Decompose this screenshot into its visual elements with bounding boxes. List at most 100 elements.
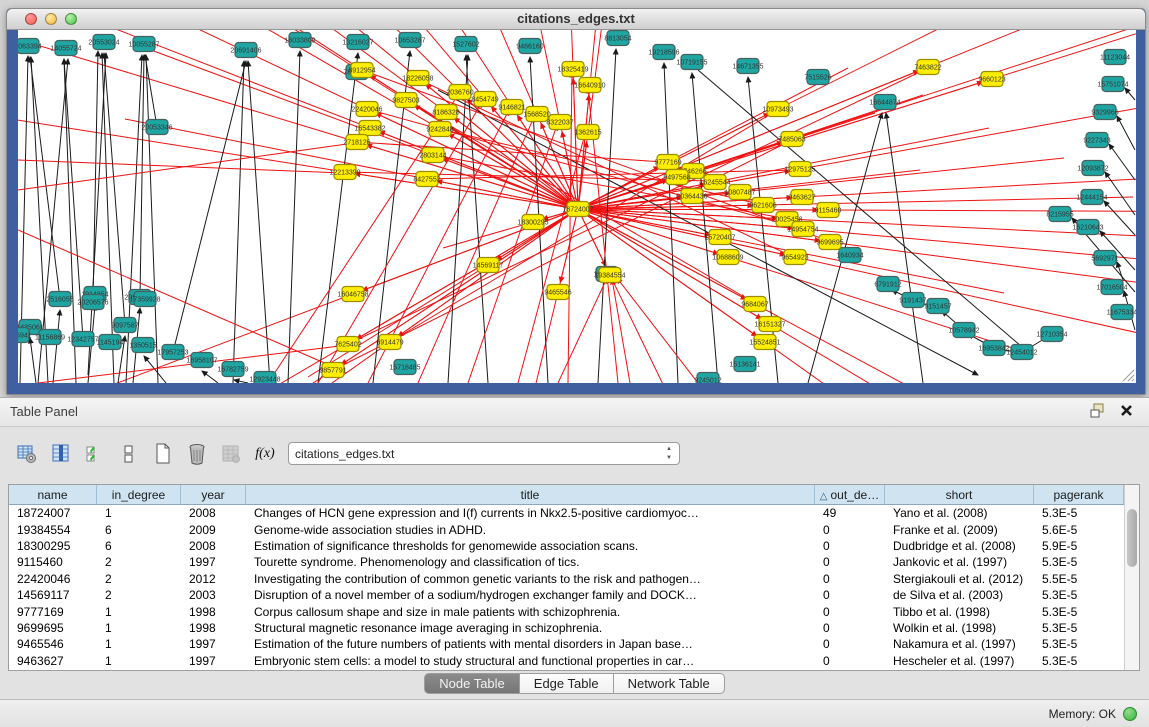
graph-node[interactable]: 14954754 [787, 222, 818, 237]
graph-node[interactable]: 9242848 [426, 122, 453, 137]
graph-node[interactable]: 13216027 [342, 35, 373, 50]
graph-node[interactable]: 9245012 [694, 373, 721, 384]
table-row[interactable]: 969969511998Structural magnetic resonanc… [9, 620, 1124, 636]
table-cell[interactable]: 5.5E-5 [1034, 572, 1124, 586]
table-cell[interactable]: Structural magnetic resonance image aver… [246, 621, 815, 635]
table-row[interactable]: 2242004622012Investigating the contribut… [9, 571, 1124, 587]
table-cell[interactable]: 1 [97, 654, 181, 668]
graph-node[interactable]: 5692971 [1091, 251, 1118, 266]
graph-node[interactable]: 11123044 [1100, 50, 1130, 65]
delete-columns-icon[interactable] [186, 443, 208, 465]
graph-node[interactable]: 16046758 [337, 287, 368, 302]
show-columns-icon[interactable] [50, 443, 72, 465]
graph-node[interactable]: 16210643 [1072, 220, 1103, 235]
table-cell[interactable]: 5.3E-5 [1034, 555, 1124, 569]
graph-node[interactable]: 14055724 [50, 41, 81, 56]
table-cell[interactable]: 9115460 [9, 555, 97, 569]
graph-node[interactable]: 12454012 [1006, 345, 1037, 360]
graph-node[interactable]: 6914479 [376, 335, 403, 350]
graph-node[interactable]: 18724007 [562, 202, 593, 217]
graph-node[interactable]: 1362615 [574, 125, 601, 140]
graph-node[interactable]: 16245544 [699, 175, 730, 190]
graph-node[interactable]: 9227343 [1083, 133, 1110, 148]
graph-node[interactable]: 15524851 [749, 335, 780, 350]
table-cell[interactable]: 1 [97, 637, 181, 651]
graph-node[interactable]: 22420046 [351, 102, 382, 117]
graph-node[interactable]: 16033809 [284, 33, 315, 48]
graph-node[interactable]: 12923448 [249, 372, 280, 384]
table-cell[interactable]: 19384554 [9, 523, 97, 537]
graph-node[interactable]: 9466160 [516, 39, 543, 54]
graph-node[interactable]: 15751074 [1097, 77, 1128, 92]
graph-node[interactable]: 20691406 [230, 43, 261, 58]
table-cell[interactable]: 2 [97, 588, 181, 602]
table-row[interactable]: 977716911998Corpus callosum shape and si… [9, 603, 1124, 619]
graph-node[interactable]: 9465546 [544, 285, 571, 300]
graph-node[interactable]: 8427552 [413, 172, 440, 187]
graph-node[interactable]: 9151457 [924, 299, 951, 314]
table-cell[interactable]: Corpus callosum shape and size in male p… [246, 605, 815, 619]
table-cell[interactable]: Estimation of the future numbers of pati… [246, 637, 815, 651]
graph-node[interactable]: 14569117 [473, 258, 504, 273]
graph-node[interactable]: 9654923 [781, 250, 808, 265]
graph-node[interactable]: 9621606 [749, 198, 776, 213]
graph-node[interactable]: 16958107 [186, 353, 217, 368]
graph-node[interactable]: 6791912 [874, 277, 901, 292]
table-cell[interactable]: 14569117 [9, 588, 97, 602]
table-cell[interactable]: Tourette syndrome. Phenomenology and cla… [246, 555, 815, 569]
table-selector-dropdown[interactable]: citations_edges.txt ▲▼ [288, 442, 680, 465]
close-panel-icon[interactable] [1120, 404, 1133, 417]
graph-node[interactable]: 10719155 [676, 55, 707, 70]
graph-node[interactable]: 20553024 [88, 35, 119, 50]
table-cell[interactable]: 1 [97, 605, 181, 619]
table-cell[interactable]: 1 [97, 506, 181, 520]
table-cell[interactable]: Tibbo et al. (1998) [885, 605, 1034, 619]
graph-node[interactable]: 20364436 [676, 189, 707, 204]
graph-node[interactable]: 15718485 [389, 360, 420, 375]
graph-node[interactable]: 18226058 [402, 71, 433, 86]
graph-node[interactable]: 9463627 [788, 190, 815, 205]
function-builder-icon[interactable]: f(x) [254, 443, 276, 465]
table-cell[interactable]: Investigating the contribution of common… [246, 572, 815, 586]
graph-node[interactable]: 10807487 [724, 185, 755, 200]
network-svg[interactable]: 18724007 2063394 14055724 20553024 10055287 2… [18, 30, 1136, 383]
table-cell[interactable]: de Silva et al. (2003) [885, 588, 1034, 602]
table-cell[interactable]: Changes of HCN gene expression and I(f) … [246, 506, 815, 520]
graph-node[interactable]: 7515526 [804, 70, 831, 85]
table-cell[interactable]: 49 [815, 506, 885, 520]
table-cell[interactable]: 5.3E-5 [1034, 588, 1124, 602]
graph-node[interactable]: 17359928 [129, 292, 160, 307]
graph-node[interactable]: 12093872 [1077, 161, 1108, 176]
graph-node[interactable]: 20053346 [141, 120, 172, 135]
graph-node[interactable]: 1145194 [97, 335, 124, 350]
table-cell[interactable]: 1998 [181, 621, 246, 635]
graph-node[interactable]: 17957253 [157, 345, 188, 360]
table-cell[interactable]: 2012 [181, 572, 246, 586]
tab-edge-table[interactable]: Edge Table [520, 673, 614, 694]
graph-node[interactable]: 9857791 [319, 363, 346, 378]
select-all-columns-icon[interactable] [84, 443, 106, 465]
graph-node[interactable]: 2718126 [343, 135, 370, 150]
table-cell[interactable]: 2008 [181, 539, 246, 553]
table-row[interactable]: 946362711997Embryonic stem cells: a mode… [9, 653, 1124, 669]
graph-node[interactable]: 18325419 [557, 62, 588, 77]
close-window-icon[interactable] [25, 13, 37, 25]
table-cell[interactable]: 6 [97, 523, 181, 537]
table-row[interactable]: 1456911722003Disruption of a novel membe… [9, 587, 1124, 603]
graph-node[interactable]: 9329966 [1091, 105, 1118, 120]
graph-node[interactable]: 9146821 [498, 100, 525, 115]
minimize-window-icon[interactable] [45, 13, 57, 25]
graph-node[interactable]: 8813054 [604, 31, 631, 46]
table-cell[interactable]: 9463627 [9, 654, 97, 668]
graph-node[interactable]: 2063394 [18, 39, 42, 54]
table-cell[interactable]: 5.3E-5 [1034, 506, 1124, 520]
graph-node[interactable]: 19218596 [648, 45, 679, 60]
graph-node[interactable]: 8215955 [1046, 207, 1073, 222]
table-cell[interactable]: 18300295 [9, 539, 97, 553]
graph-node[interactable]: 12975125 [784, 162, 815, 177]
column-header-outde[interactable]: △out_de… [815, 485, 885, 504]
graph-node[interactable]: 10055287 [128, 37, 159, 52]
table-scrollbar[interactable] [1124, 485, 1139, 670]
table-cell[interactable]: 0 [815, 621, 885, 635]
table-cell[interactable]: 9777169 [9, 605, 97, 619]
